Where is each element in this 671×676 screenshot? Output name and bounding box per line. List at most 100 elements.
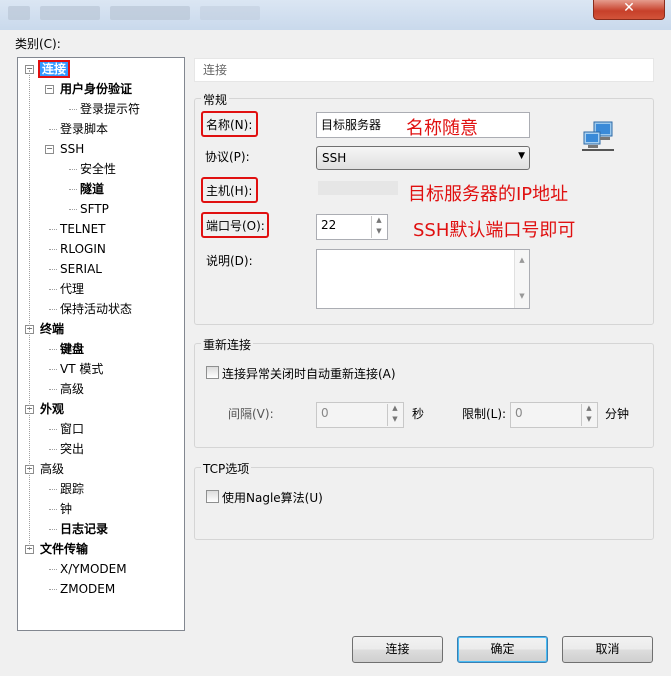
tree-connector xyxy=(49,529,57,530)
tree-item[interactable]: TELNET xyxy=(60,220,106,238)
tree-connector xyxy=(49,369,57,370)
title-bar xyxy=(0,0,671,30)
tree-item-label: ZMODEM xyxy=(60,582,116,596)
tree-item-label: 高级 xyxy=(40,462,65,476)
blurred-title xyxy=(200,6,260,20)
limit-input[interactable]: 0 ▲ ▼ xyxy=(510,402,598,428)
spin-down-icon[interactable]: ▼ xyxy=(387,415,402,426)
tree-connector xyxy=(49,569,57,570)
tree-item[interactable]: 窗口 xyxy=(60,420,84,438)
spin-down-icon[interactable]: ▼ xyxy=(581,415,596,426)
tree-item-label: 登录提示符 xyxy=(80,102,141,116)
auto-reconnect-checkbox[interactable] xyxy=(206,366,219,379)
tree-item-label: SSH xyxy=(60,142,85,156)
host-highlight xyxy=(201,177,258,203)
interval-label: 间隔(V): xyxy=(228,407,274,421)
protocol-select[interactable]: SSH ▼ xyxy=(316,146,530,170)
tree-item[interactable]: 登录脚本 xyxy=(60,120,108,138)
tree-item[interactable]: RLOGIN xyxy=(60,240,106,258)
host-input-redacted[interactable] xyxy=(318,181,398,195)
port-annotation: SSH默认端口号即可 xyxy=(413,220,576,241)
tree-item[interactable]: ZMODEM xyxy=(60,580,115,598)
tree-item[interactable]: 代理 xyxy=(60,280,84,298)
tree-connector xyxy=(69,189,77,190)
tree-item-label: 突出 xyxy=(60,442,85,456)
tree-item[interactable]: 高级 xyxy=(60,380,84,398)
tree-item[interactable]: 登录提示符 xyxy=(80,100,140,118)
close-icon: ✕ xyxy=(623,0,635,16)
tree-item[interactable]: X/YMODEM xyxy=(60,560,127,578)
desc-label: 说明(D): xyxy=(206,254,253,268)
nagle-checkbox[interactable] xyxy=(206,490,219,503)
tree-connector xyxy=(49,489,57,490)
tree-item-label: 外观 xyxy=(40,402,65,416)
reconnect-group xyxy=(194,343,654,448)
collapse-toggle-icon[interactable]: − xyxy=(45,145,54,154)
description-scrollbar[interactable]: ▲ ▼ xyxy=(514,250,529,308)
connect-button[interactable]: 连接 xyxy=(352,636,443,663)
tree-item[interactable]: VT 模式 xyxy=(60,360,103,378)
tree-connector xyxy=(49,349,57,350)
ok-button[interactable]: 确定 xyxy=(457,636,548,663)
tree-item-label: 用户身份验证 xyxy=(60,82,133,96)
tree-item-label: 安全性 xyxy=(80,162,117,176)
category-label: 类别(C): xyxy=(15,37,61,51)
category-tree[interactable]: 连接 − 用户身份验证 − 登录提示符 登录脚本 SSH − 安全性 隧道 SFTP TELNET RL… xyxy=(17,57,185,631)
panel-header: 连接 xyxy=(194,58,654,82)
chevron-down-icon: ▼ xyxy=(518,151,525,161)
interval-input[interactable]: 0 ▲ ▼ xyxy=(316,402,404,428)
blurred-title xyxy=(110,6,190,20)
tree-item[interactable]: 外观 xyxy=(40,400,64,418)
tree-item[interactable]: 用户身份验证 xyxy=(60,80,132,98)
cancel-button[interactable]: 取消 xyxy=(562,636,653,663)
interval-value: 0 xyxy=(321,406,329,420)
tree-item-label: 日志记录 xyxy=(60,522,109,536)
description-textarea[interactable]: ▲ ▼ xyxy=(316,249,530,309)
host-annotation: 目标服务器的IP地址 xyxy=(408,184,569,205)
spin-up-icon[interactable]: ▲ xyxy=(387,404,402,415)
tree-connector xyxy=(49,589,57,590)
tree-connector xyxy=(49,269,57,270)
collapse-toggle-icon[interactable]: − xyxy=(45,85,54,94)
port-input[interactable]: 22 ▲ ▼ xyxy=(316,214,388,240)
tree-item[interactable]: SSH xyxy=(60,140,84,158)
tree-item[interactable]: 键盘 xyxy=(60,340,84,358)
tree-connector xyxy=(49,249,57,250)
spin-up-icon[interactable]: ▲ xyxy=(371,216,386,227)
tree-item-label: SFTP xyxy=(80,202,109,216)
tree-item[interactable]: 隧道 xyxy=(80,180,104,198)
spin-up-icon[interactable]: ▲ xyxy=(581,404,596,415)
tree-item-label: 隧道 xyxy=(80,182,105,196)
blurred-title xyxy=(8,6,30,20)
tree-item[interactable]: 跟踪 xyxy=(60,480,84,498)
tree-item[interactable]: 保持活动状态 xyxy=(60,300,132,318)
tree-item[interactable]: 日志记录 xyxy=(60,520,108,538)
tree-item[interactable]: 连接 xyxy=(37,60,71,78)
tree-item[interactable]: 突出 xyxy=(60,440,84,458)
tree-item-label: 文件传输 xyxy=(40,542,89,556)
spin-down-icon[interactable]: ▼ xyxy=(371,227,386,238)
limit-label: 限制(L): xyxy=(462,407,507,421)
close-button[interactable]: ✕ xyxy=(593,0,665,20)
name-value: 目标服务器 xyxy=(321,118,382,132)
tree-item[interactable]: SERIAL xyxy=(60,260,102,278)
tree-connector xyxy=(49,129,57,130)
tree-item-label: 代理 xyxy=(60,282,85,296)
tree-item[interactable]: 终端 xyxy=(40,320,64,338)
tree-connector xyxy=(49,289,57,290)
tree-item-label: 终端 xyxy=(40,322,65,336)
tree-item-label: 跟踪 xyxy=(60,482,85,496)
name-highlight xyxy=(201,111,258,137)
protocol-label: 协议(P): xyxy=(205,150,250,164)
tree-item[interactable]: SFTP xyxy=(80,200,109,218)
tree-connector xyxy=(69,109,77,110)
tree-item[interactable]: 高级 xyxy=(40,460,64,478)
network-computer-icon xyxy=(580,120,616,154)
tree-connector xyxy=(29,70,30,550)
tree-connector xyxy=(69,169,77,170)
tree-item[interactable]: 钟 xyxy=(60,500,72,518)
tree-connector xyxy=(49,449,57,450)
tree-item[interactable]: 文件传输 xyxy=(40,540,88,558)
tree-item[interactable]: 安全性 xyxy=(80,160,116,178)
tree-connector xyxy=(49,309,57,310)
